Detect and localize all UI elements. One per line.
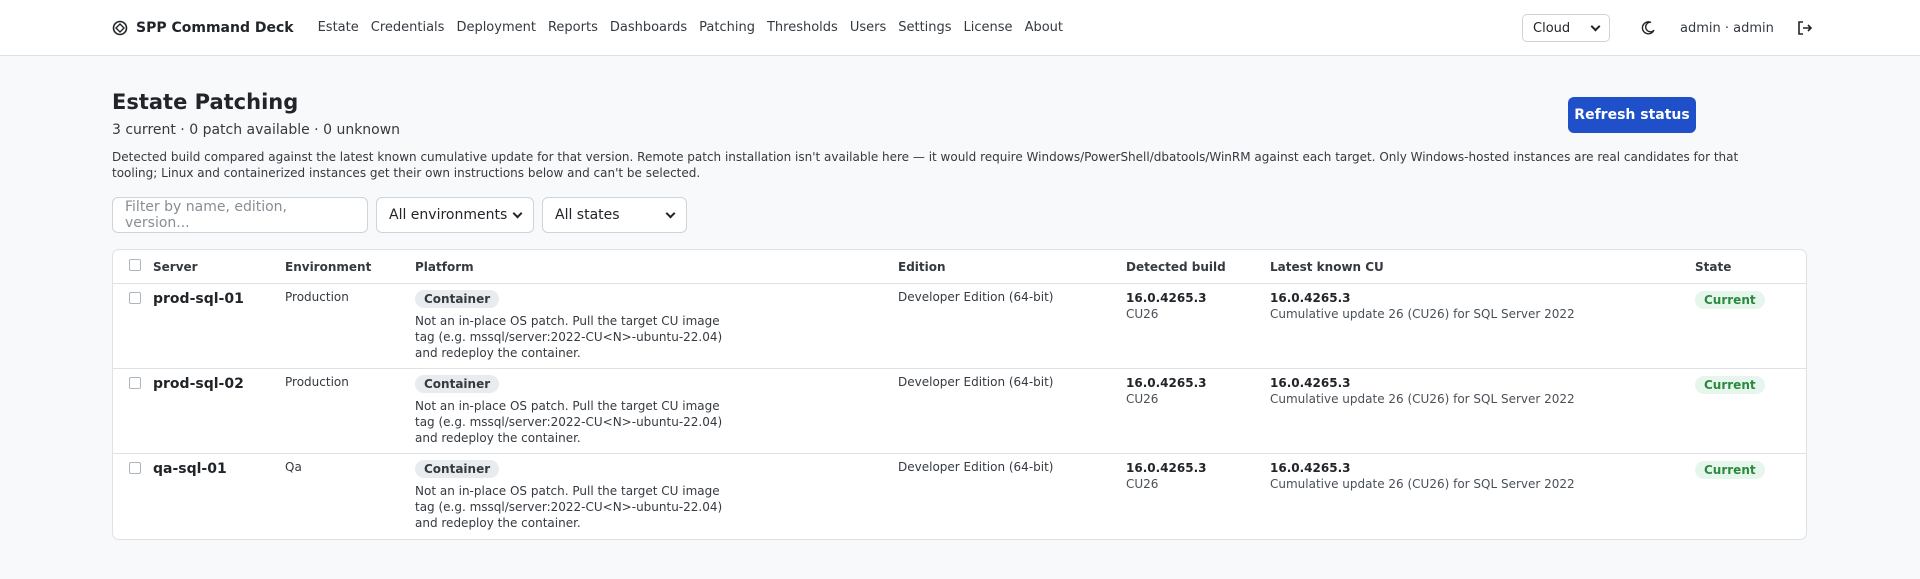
top-navbar: SPP Command Deck Estate Credentials Depl… bbox=[0, 0, 1920, 56]
logout-icon[interactable] bbox=[1796, 19, 1814, 37]
platform-badge: Container bbox=[415, 290, 500, 308]
header-state[interactable]: State bbox=[1695, 260, 1731, 274]
filter-search-input[interactable]: Filter by name, edition, version... bbox=[112, 197, 368, 233]
brand[interactable]: SPP Command Deck bbox=[112, 20, 294, 36]
header-edition[interactable]: Edition bbox=[898, 260, 946, 274]
build-version: 16.0.4265.3 bbox=[1126, 376, 1207, 390]
header-detected-build[interactable]: Detected build bbox=[1126, 260, 1226, 274]
latest-cu: 16.0.4265.3 Cumulative update 26 (CU26) … bbox=[1270, 290, 1575, 322]
environment: Production bbox=[285, 375, 349, 389]
table-row: prod-sql-01 Production Container Not an … bbox=[113, 284, 1806, 369]
status-badge: Current bbox=[1695, 461, 1765, 479]
server-name[interactable]: qa-sql-01 bbox=[153, 461, 227, 477]
platform-note: Not an in-place OS patch. Pull the targe… bbox=[415, 399, 723, 445]
build-cu: CU26 bbox=[1126, 307, 1159, 321]
select-all-checkbox[interactable] bbox=[129, 259, 141, 271]
nav-dashboards[interactable]: Dashboards bbox=[610, 20, 687, 35]
header-latest-cu[interactable]: Latest known CU bbox=[1270, 260, 1384, 274]
patch-summary: 3 current · 0 patch available · 0 unknow… bbox=[112, 122, 401, 138]
nav-license[interactable]: License bbox=[964, 20, 1013, 35]
server-name[interactable]: prod-sql-01 bbox=[153, 291, 244, 307]
latest-version: 16.0.4265.3 bbox=[1270, 461, 1351, 475]
refresh-status-button[interactable]: Refresh status bbox=[1568, 97, 1696, 133]
row-checkbox[interactable] bbox=[129, 377, 141, 389]
chevron-down-icon bbox=[512, 208, 523, 218]
build-cu: CU26 bbox=[1126, 477, 1159, 491]
topbar-right: Cloud admin · admin bbox=[1522, 0, 1814, 56]
chevron-down-icon bbox=[665, 208, 676, 218]
nav-credentials[interactable]: Credentials bbox=[371, 20, 445, 35]
platform-badge: Container bbox=[415, 375, 500, 393]
header-environment[interactable]: Environment bbox=[285, 260, 371, 274]
patching-table: Server Environment Platform Edition Dete… bbox=[112, 249, 1807, 540]
cloud-select-value: Cloud bbox=[1533, 20, 1571, 36]
header-server[interactable]: Server bbox=[153, 260, 198, 274]
user-label: admin · admin bbox=[1680, 20, 1774, 36]
environment-select[interactable]: All environments bbox=[376, 197, 534, 233]
moon-icon[interactable] bbox=[1640, 20, 1656, 36]
nav-settings[interactable]: Settings bbox=[898, 20, 951, 35]
page-title: Estate Patching bbox=[112, 90, 299, 114]
logo-icon bbox=[112, 20, 128, 35]
nav-deployment[interactable]: Deployment bbox=[456, 20, 536, 35]
latest-description: Cumulative update 26 (CU26) for SQL Serv… bbox=[1270, 307, 1575, 321]
table-header: Server Environment Platform Edition Dete… bbox=[113, 250, 1806, 284]
nav-users[interactable]: Users bbox=[850, 20, 886, 35]
chevron-down-icon bbox=[1590, 21, 1601, 31]
filter-bar: Filter by name, edition, version... All … bbox=[112, 197, 687, 233]
nav-estate[interactable]: Estate bbox=[318, 20, 359, 35]
latest-version: 16.0.4265.3 bbox=[1270, 291, 1351, 305]
server-name[interactable]: prod-sql-02 bbox=[153, 376, 244, 392]
main-nav: Estate Credentials Deployment Reports Da… bbox=[318, 20, 1063, 35]
cloud-select[interactable]: Cloud bbox=[1522, 14, 1610, 42]
latest-version: 16.0.4265.3 bbox=[1270, 376, 1351, 390]
latest-cu: 16.0.4265.3 Cumulative update 26 (CU26) … bbox=[1270, 375, 1575, 407]
platform-badge: Container bbox=[415, 460, 500, 478]
platform-note: Not an in-place OS patch. Pull the targe… bbox=[415, 314, 723, 360]
nav-patching[interactable]: Patching bbox=[699, 20, 755, 35]
detected-build: 16.0.4265.3 CU26 bbox=[1126, 460, 1206, 492]
environment-select-value: All environments bbox=[389, 207, 508, 223]
state-select-value: All states bbox=[555, 207, 620, 223]
latest-cu: 16.0.4265.3 Cumulative update 26 (CU26) … bbox=[1270, 460, 1575, 492]
status-badge: Current bbox=[1695, 291, 1765, 309]
detected-build: 16.0.4265.3 CU26 bbox=[1126, 290, 1206, 322]
nav-about[interactable]: About bbox=[1025, 20, 1063, 35]
brand-name: SPP Command Deck bbox=[136, 19, 294, 36]
edition: Developer Edition (64-bit) bbox=[898, 460, 1054, 474]
row-checkbox[interactable] bbox=[129, 462, 141, 474]
build-version: 16.0.4265.3 bbox=[1126, 461, 1207, 475]
table-row: prod-sql-02 Production Container Not an … bbox=[113, 369, 1806, 454]
build-cu: CU26 bbox=[1126, 392, 1159, 406]
state-select[interactable]: All states bbox=[542, 197, 687, 233]
nav-thresholds[interactable]: Thresholds bbox=[767, 20, 838, 35]
environment: Qa bbox=[285, 460, 302, 474]
platform-note: Not an in-place OS patch. Pull the targe… bbox=[415, 484, 723, 530]
header-platform[interactable]: Platform bbox=[415, 260, 474, 274]
edition: Developer Edition (64-bit) bbox=[898, 290, 1054, 304]
status-badge: Current bbox=[1695, 376, 1765, 394]
build-version: 16.0.4265.3 bbox=[1126, 291, 1207, 305]
edition: Developer Edition (64-bit) bbox=[898, 375, 1054, 389]
page-description: Detected build compared against the late… bbox=[112, 150, 1739, 180]
nav-reports[interactable]: Reports bbox=[548, 20, 598, 35]
latest-description: Cumulative update 26 (CU26) for SQL Serv… bbox=[1270, 477, 1575, 491]
environment: Production bbox=[285, 290, 349, 304]
row-checkbox[interactable] bbox=[129, 292, 141, 304]
page-header: Estate Patching Refresh status bbox=[0, 56, 1920, 133]
detected-build: 16.0.4265.3 CU26 bbox=[1126, 375, 1206, 407]
table-row: qa-sql-01 Qa Container Not an in-place O… bbox=[113, 454, 1806, 539]
latest-description: Cumulative update 26 (CU26) for SQL Serv… bbox=[1270, 392, 1575, 406]
filter-search-placeholder: Filter by name, edition, version... bbox=[125, 199, 288, 231]
